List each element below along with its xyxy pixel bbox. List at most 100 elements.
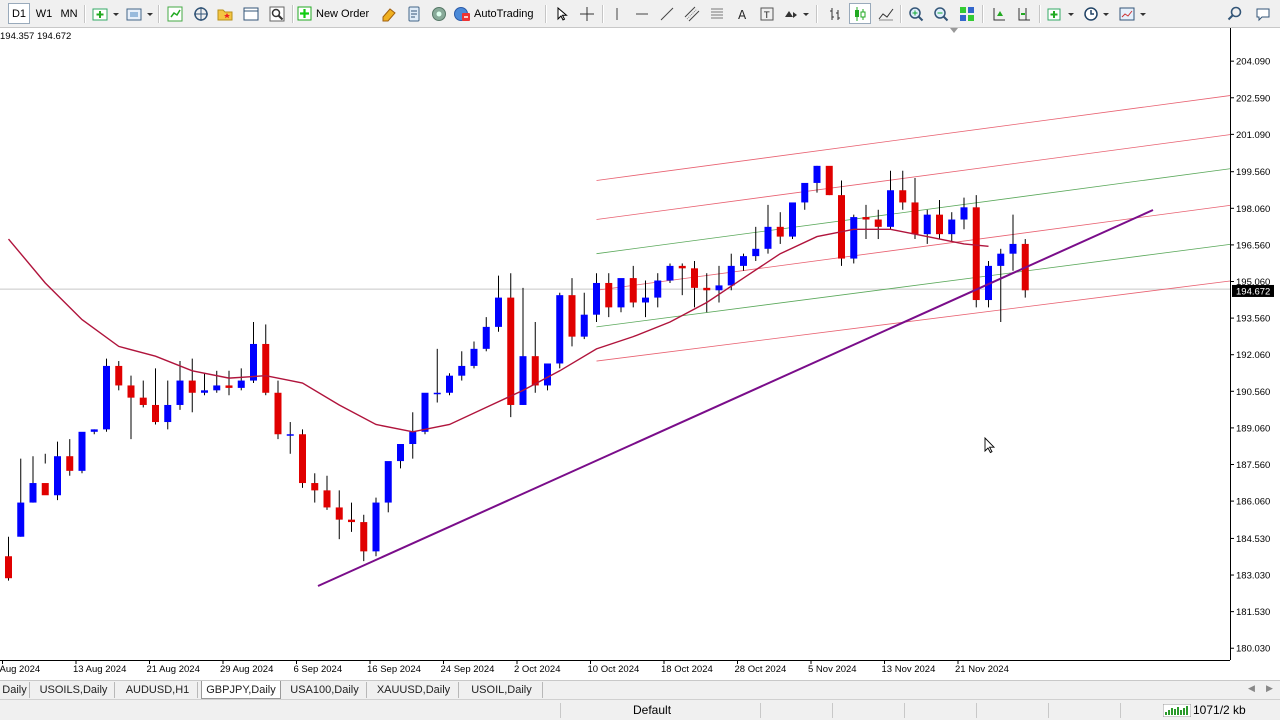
- chart-window-gbpjpy-daily[interactable]: 194.357 194.672 204.090 202.590 201.090 199…: [0, 28, 1280, 680]
- signals-icon[interactable]: [403, 3, 425, 24]
- connection-status-icon: [1163, 704, 1191, 717]
- period-d1-button[interactable]: D1: [8, 3, 30, 24]
- auto-scroll-icon[interactable]: [988, 3, 1010, 24]
- bear-candle: [507, 297, 515, 405]
- status-profile: Default: [633, 703, 672, 717]
- bear-candle: [335, 507, 343, 520]
- time-tick-label: 13 Aug 2024: [73, 664, 126, 675]
- bull-candle: [850, 217, 858, 259]
- bear-candle: [838, 195, 845, 259]
- time-tick-label: 24 Sep 2024: [441, 664, 495, 675]
- support-trendline: [317, 209, 1154, 587]
- bear-candle: [311, 483, 319, 491]
- market-icon[interactable]: [428, 3, 450, 24]
- period-mn-button[interactable]: MN: [58, 3, 80, 24]
- periodicity-clock-icon[interactable]: [1081, 3, 1113, 24]
- bear-candle: [188, 380, 196, 393]
- bull-candle: [580, 314, 588, 337]
- price-tick-label: 181.530: [1236, 607, 1270, 618]
- tab-scroll-right-icon[interactable]: ▶: [1266, 683, 1273, 694]
- chart-tab[interactable]: Daily: [0, 682, 30, 698]
- bar-chart-icon[interactable]: [824, 3, 846, 24]
- text-label-icon[interactable]: T: [756, 3, 778, 24]
- line-chart-icon[interactable]: [875, 3, 897, 24]
- vertical-line-icon[interactable]: [606, 3, 628, 24]
- channel-line: [596, 280, 1231, 362]
- bear-candle: [936, 214, 943, 235]
- price-tick-label: 201.090: [1236, 130, 1270, 141]
- bear-candle: [152, 404, 159, 423]
- market-watch-icon[interactable]: [164, 3, 186, 24]
- bear-candle: [703, 287, 711, 291]
- zoom-out-icon[interactable]: [930, 3, 952, 24]
- meta-editor-icon[interactable]: [378, 3, 400, 24]
- new-chart-icon[interactable]: [90, 3, 120, 24]
- tab-scroll-left-icon[interactable]: ◀: [1248, 683, 1255, 694]
- bear-candle: [127, 385, 135, 398]
- bull-candle: [54, 456, 61, 496]
- bull-candle: [495, 297, 502, 327]
- bull-candle: [813, 165, 821, 183]
- new-order-button[interactable]: New Order: [297, 3, 375, 24]
- bear-candle: [323, 490, 331, 508]
- main-toolbar: D1 W1 MN New Order AutoTrading A T: [0, 0, 1280, 28]
- crosshair-icon[interactable]: [576, 3, 598, 24]
- chart-tab[interactable]: USOILS,Daily: [33, 682, 115, 698]
- arrows-icon[interactable]: [781, 3, 811, 24]
- bull-candle: [201, 390, 208, 393]
- navigator-icon[interactable]: [190, 3, 212, 24]
- autotrading-button[interactable]: AutoTrading: [453, 3, 541, 24]
- bull-candle: [960, 207, 968, 220]
- price-tick-label: 196.560: [1236, 240, 1270, 251]
- bear-candle: [678, 265, 686, 269]
- bull-candle: [433, 392, 441, 395]
- bull-candle: [764, 226, 772, 249]
- templates-icon[interactable]: [1116, 3, 1150, 24]
- trendline-icon[interactable]: [656, 3, 678, 24]
- price-tick-label: 192.060: [1236, 350, 1270, 361]
- chart-tab[interactable]: GBPJPY,Daily: [201, 681, 281, 699]
- bull-candle: [176, 380, 184, 405]
- strategy-tester-icon[interactable]: [266, 3, 288, 24]
- cursor-arrow-icon[interactable]: [550, 3, 572, 24]
- zoom-in-icon[interactable]: [905, 3, 927, 24]
- chart-tab[interactable]: AUDUSD,H1: [118, 682, 198, 698]
- chart-tab[interactable]: USA100,Daily: [283, 682, 367, 698]
- profiles-icon[interactable]: [124, 3, 154, 24]
- tile-windows-icon[interactable]: [956, 3, 978, 24]
- traffic-readout: 1071/2 kb: [1193, 703, 1246, 717]
- bull-candle: [593, 282, 600, 315]
- horizontal-line-icon[interactable]: [631, 3, 653, 24]
- bull-candle: [409, 431, 417, 445]
- new-order-label: New Order: [316, 7, 370, 20]
- favorites-folder-icon[interactable]: [214, 3, 236, 24]
- current-price-label: 194.672: [1236, 286, 1270, 297]
- price-tick-label: 199.560: [1236, 167, 1270, 178]
- time-tick-label: 10 Oct 2024: [588, 664, 640, 675]
- fibonacci-retracement-icon[interactable]: [706, 3, 728, 24]
- bull-candle: [887, 190, 894, 227]
- candlestick-chart[interactable]: 194.357 194.672 204.090 202.590 201.090 199…: [0, 28, 1280, 680]
- time-tick-label: 21 Nov 2024: [955, 664, 1009, 675]
- period-w1-button[interactable]: W1: [33, 3, 55, 24]
- bear-candle: [139, 397, 147, 405]
- equidistant-channel-icon[interactable]: [681, 3, 703, 24]
- bear-candle: [115, 365, 123, 386]
- chart-tab[interactable]: XAUUSD,Daily: [369, 682, 459, 698]
- candlestick-chart-icon[interactable]: [849, 3, 871, 24]
- chart-shift-icon[interactable]: [1013, 3, 1035, 24]
- indicators-list-icon[interactable]: [1044, 3, 1078, 24]
- bull-candle: [164, 404, 172, 423]
- new-order-icon: [297, 6, 312, 20]
- chart-tab[interactable]: USOIL,Daily: [461, 682, 543, 698]
- search-icon[interactable]: [1224, 3, 1246, 24]
- text-tool-icon[interactable]: A: [731, 3, 753, 24]
- chat-icon[interactable]: [1252, 3, 1274, 24]
- bull-candle: [90, 429, 98, 432]
- bear-candle: [874, 219, 882, 227]
- terminal-icon[interactable]: [240, 3, 262, 24]
- bear-candle: [531, 356, 539, 386]
- price-tick-label: 189.060: [1236, 423, 1270, 434]
- bull-candle: [948, 219, 956, 235]
- price-tick-label: 187.560: [1236, 460, 1270, 471]
